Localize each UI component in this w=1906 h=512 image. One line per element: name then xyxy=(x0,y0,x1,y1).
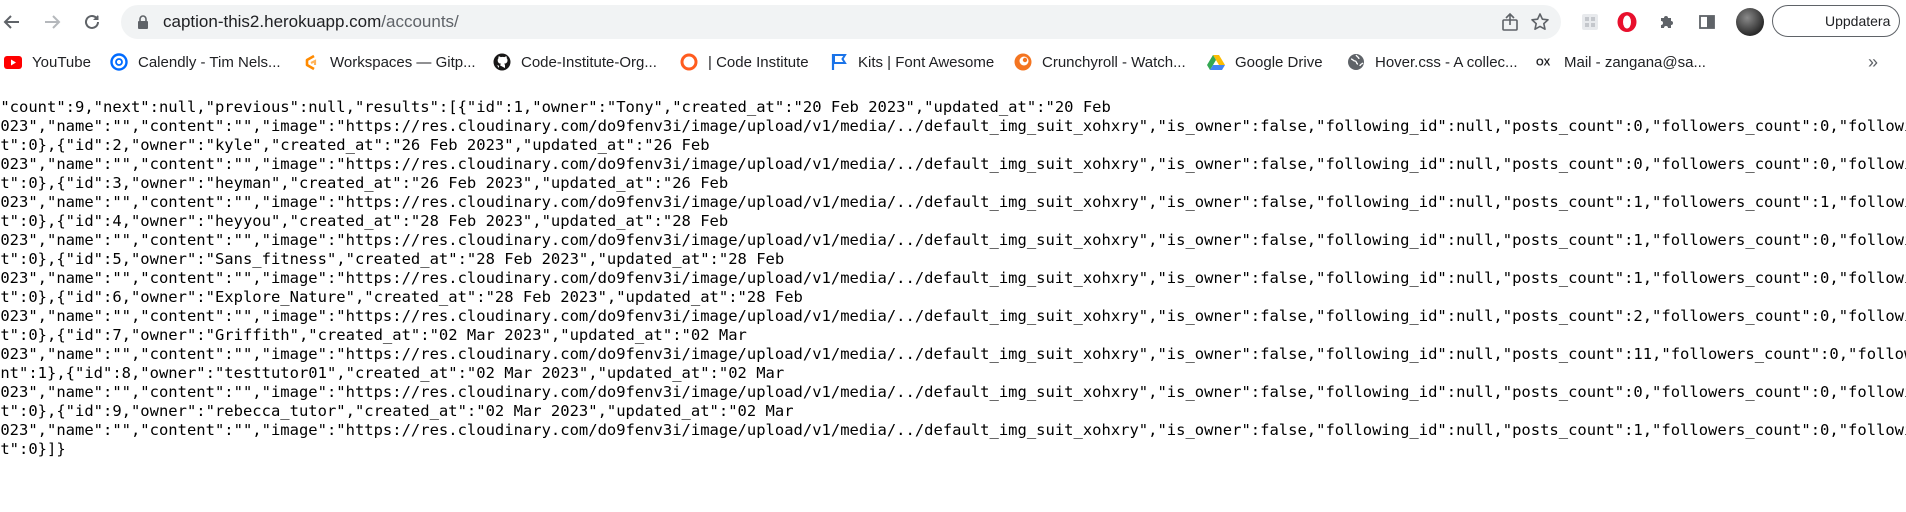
bookmark-label: Google Drive xyxy=(1235,53,1323,71)
svg-text:OX: OX xyxy=(1536,58,1551,69)
bookmark-hover-css[interactable]: Hover.css - A collec... xyxy=(1347,49,1518,75)
bookmark-label: Calendly - Tim Nels... xyxy=(138,53,281,71)
outlook-icon: OX xyxy=(1536,53,1554,71)
json-text-line: nt":0},{"id":9,"owner":"rebecca_tutor","… xyxy=(0,402,794,420)
update-button-label: Uppdatera xyxy=(1825,13,1891,29)
bookmark-label: Hover.css - A collec... xyxy=(1375,53,1518,71)
url-host: caption-this2.herokuapp.com xyxy=(163,12,382,31)
json-text-line: nt":0},{"id":4,"owner":"heyyou","created… xyxy=(0,212,729,230)
browser-window: caption-this2.herokuapp.com/accounts/ Up… xyxy=(0,0,1906,512)
json-text-line: nt":0},{"id":2,"owner":"kyle","created_a… xyxy=(0,136,710,154)
youtube-icon xyxy=(4,53,22,71)
back-arrow-icon[interactable] xyxy=(0,6,28,38)
update-button[interactable]: Uppdatera xyxy=(1772,5,1900,37)
bookmarks-overflow-chevron-icon[interactable]: » xyxy=(1868,52,1878,73)
bookmarks-bar: YouTube Calendly - Tim Nels... Workspace… xyxy=(0,44,1906,80)
code-institute-icon xyxy=(680,53,698,71)
side-panel-icon[interactable] xyxy=(1695,10,1719,34)
gitpod-icon xyxy=(302,53,320,71)
extension-placeholder-icon[interactable] xyxy=(1578,10,1602,34)
github-icon xyxy=(493,53,511,71)
json-text-line: unt":1},{"id":8,"owner":"testtutor01","c… xyxy=(0,364,785,382)
bookmark-code-institute[interactable]: | Code Institute xyxy=(680,49,809,75)
json-text-line: {"count":9,"next":null,"previous":null,"… xyxy=(0,98,1111,116)
json-response-body: {"count":9,"next":null,"previous":null,"… xyxy=(0,98,1906,512)
json-text-line: nt":0}]} xyxy=(0,440,66,458)
url-text[interactable]: caption-this2.herokuapp.com/accounts/ xyxy=(163,5,459,39)
bookmark-crunchyroll[interactable]: Crunchyroll - Watch... xyxy=(1014,49,1186,75)
bookmark-label: Mail - zangana@sa... xyxy=(1564,53,1706,71)
crunchyroll-icon xyxy=(1014,53,1032,71)
json-text-line: 2023","name":"","content":"","image":"ht… xyxy=(0,345,1906,363)
globe-icon xyxy=(1347,53,1365,71)
bookmark-calendly[interactable]: Calendly - Tim Nels... xyxy=(110,49,281,75)
json-text-line: 2023","name":"","content":"","image":"ht… xyxy=(0,231,1906,249)
font-awesome-flag-icon xyxy=(830,53,848,71)
bookmark-label: Kits | Font Awesome xyxy=(858,53,995,71)
bookmark-label: Workspaces — Gitp... xyxy=(330,53,476,71)
calendly-icon xyxy=(110,53,128,71)
google-drive-icon xyxy=(1207,53,1225,71)
bookmark-gitpod[interactable]: Workspaces — Gitp... xyxy=(302,49,476,75)
url-path: /accounts/ xyxy=(381,12,459,31)
forward-arrow-icon[interactable] xyxy=(36,6,68,38)
lock-icon[interactable] xyxy=(137,15,149,29)
json-text-line: 2023","name":"","content":"","image":"ht… xyxy=(0,307,1906,325)
bookmark-star-icon[interactable] xyxy=(1528,10,1552,34)
reload-icon[interactable] xyxy=(76,6,108,38)
json-text-line: nt":0},{"id":5,"owner":"Sans_fitness","c… xyxy=(0,250,785,268)
json-text-line: 2023","name":"","content":"","image":"ht… xyxy=(0,421,1906,439)
json-text-line: 2023","name":"","content":"","image":"ht… xyxy=(0,269,1906,287)
json-text-line: 2023","name":"","content":"","image":"ht… xyxy=(0,193,1906,211)
json-text-line: 2023","name":"","content":"","image":"ht… xyxy=(0,117,1906,135)
bookmark-label: YouTube xyxy=(32,53,91,71)
profile-avatar[interactable] xyxy=(1736,8,1764,36)
bookmark-label: Code-Institute-Org... xyxy=(521,53,657,71)
bookmark-youtube[interactable]: YouTube xyxy=(4,49,91,75)
bookmark-google-drive[interactable]: Google Drive xyxy=(1207,49,1323,75)
json-text-line: nt":0},{"id":7,"owner":"Griffith","creat… xyxy=(0,326,747,344)
json-text-line: 2023","name":"","content":"","image":"ht… xyxy=(0,383,1906,401)
json-text-line: nt":0},{"id":3,"owner":"heyman","created… xyxy=(0,174,729,192)
bookmark-label: | Code Institute xyxy=(708,53,809,71)
bookmark-label: Crunchyroll - Watch... xyxy=(1042,53,1186,71)
bookmark-font-awesome[interactable]: Kits | Font Awesome xyxy=(830,49,994,75)
opera-extension-icon[interactable] xyxy=(1615,10,1639,34)
share-icon[interactable] xyxy=(1498,10,1522,34)
json-text-line: 2023","name":"","content":"","image":"ht… xyxy=(0,155,1906,173)
json-text-line: nt":0},{"id":6,"owner":"Explore_Nature",… xyxy=(0,288,803,306)
address-bar[interactable]: caption-this2.herokuapp.com/accounts/ xyxy=(121,5,1561,39)
bookmark-code-institute-org[interactable]: Code-Institute-Org... xyxy=(493,49,657,75)
bookmark-mail[interactable]: OX Mail - zangana@sa... xyxy=(1536,49,1706,75)
puzzle-extensions-icon[interactable] xyxy=(1655,10,1679,34)
browser-toolbar: caption-this2.herokuapp.com/accounts/ Up… xyxy=(0,0,1906,44)
